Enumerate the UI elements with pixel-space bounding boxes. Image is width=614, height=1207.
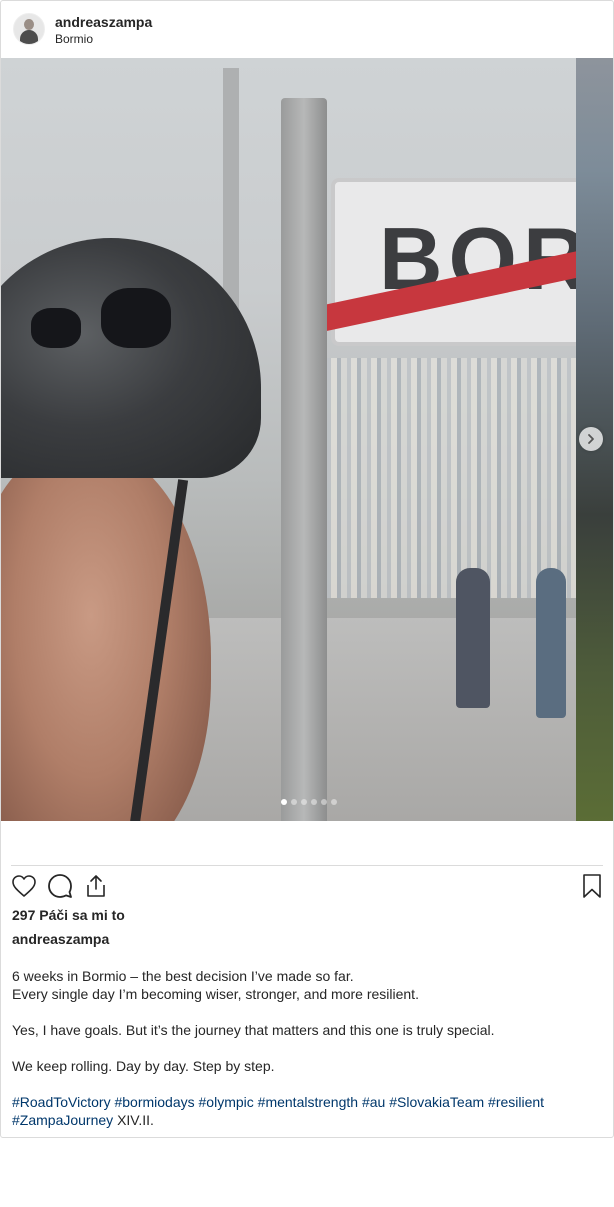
photo-helmet-vent <box>101 288 171 348</box>
caption-suffix: XIV.II. <box>117 1112 154 1128</box>
share-icon <box>87 875 105 897</box>
hashtag-link[interactable]: #mentalstrength <box>258 1094 358 1110</box>
carousel-photo-current: BORMI <box>1 58 576 821</box>
comment-icon <box>48 874 72 898</box>
hashtag-link[interactable]: #bormiodays <box>114 1094 194 1110</box>
photo-helmet-vent <box>31 308 81 348</box>
chevron-right-icon <box>588 434 594 444</box>
caption-line: 6 weeks in Bormio – the best decision I’… <box>12 968 354 984</box>
caption-line: Every single day I’m becoming wiser, str… <box>12 986 419 1002</box>
hashtag-link[interactable]: #ZampaJourney <box>12 1112 113 1128</box>
photo-helmet <box>1 238 261 478</box>
post-header: andreaszampa Bormio <box>1 1 613 57</box>
hashtag-link[interactable]: #RoadToVictory <box>12 1094 111 1110</box>
photo-person-1 <box>456 568 490 708</box>
post-card: andreaszampa Bormio BORMI <box>0 0 614 1138</box>
avatar-head <box>24 19 34 30</box>
bookmark-icon <box>583 874 601 898</box>
caption-line: We keep rolling. Day by day. Step by ste… <box>12 1058 275 1074</box>
carousel-dot <box>301 799 307 805</box>
comment-button[interactable] <box>46 872 74 900</box>
like-button[interactable] <box>10 872 38 900</box>
carousel-dot <box>331 799 337 805</box>
hashtag-link[interactable]: #olympic <box>199 1094 254 1110</box>
caption-hashtags: #RoadToVictory #bormiodays #olympic #men… <box>12 1093 602 1129</box>
heart-icon <box>12 875 36 897</box>
photo-sticker-wall <box>301 358 576 598</box>
hashtag-link[interactable]: #resilient <box>488 1094 544 1110</box>
likes-count[interactable]: 297 Páči sa mi to <box>12 907 125 923</box>
carousel-dot <box>311 799 317 805</box>
carousel-dot <box>321 799 327 805</box>
hashtag-link[interactable]: #SlovakiaTeam <box>389 1094 484 1110</box>
avatar-body <box>20 30 38 44</box>
carousel-dot <box>281 799 287 805</box>
post-media-carousel[interactable]: BORMI <box>1 58 613 821</box>
share-button[interactable] <box>82 872 110 900</box>
photo-pole <box>281 98 327 821</box>
avatar[interactable] <box>13 13 45 45</box>
caption-line: Yes, I have goals. But it’s the journey … <box>12 1022 495 1038</box>
carousel-next-button[interactable] <box>579 427 603 451</box>
hashtag-link[interactable]: #au <box>362 1094 385 1110</box>
caption-username[interactable]: andreaszampa <box>12 931 109 947</box>
photo-person-2 <box>536 568 566 718</box>
header-username[interactable]: andreaszampa <box>55 14 152 30</box>
post-caption: 6 weeks in Bormio – the best decision I’… <box>12 967 602 1129</box>
save-button[interactable] <box>578 872 606 900</box>
divider <box>11 865 603 866</box>
carousel-dot <box>291 799 297 805</box>
header-location[interactable]: Bormio <box>55 32 93 46</box>
